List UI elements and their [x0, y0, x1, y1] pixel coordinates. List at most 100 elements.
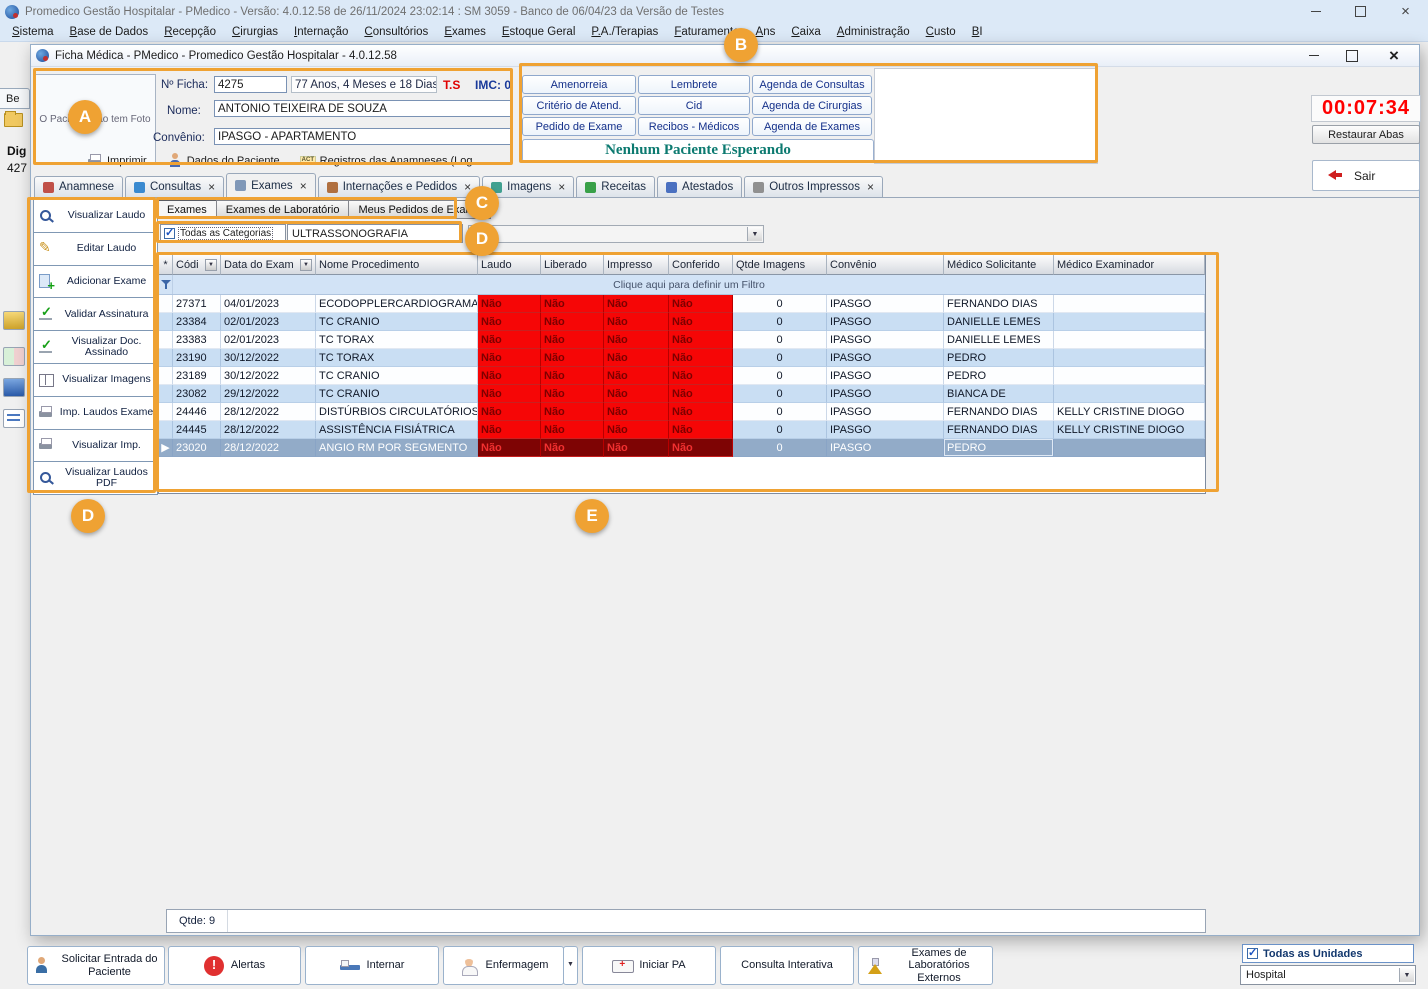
ficha-titlebar[interactable]: Ficha Médica - PMedico - Promedico Gestã… — [31, 45, 1419, 67]
table-row[interactable]: 23383 02/01/2023 TC TORAX Não Não Não Não 0 IPAS… — [159, 331, 1205, 349]
subtab-exames[interactable]: Exames — [157, 200, 217, 219]
tab-imagens[interactable]: Imagens × — [482, 176, 575, 198]
cell-nome[interactable]: ANGIO RM POR SEGMENTO — [316, 439, 478, 457]
tab-receitas[interactable]: Receitas — [576, 176, 656, 198]
column-header-codigo[interactable]: Códi ▼ — [173, 255, 221, 275]
cell-nome[interactable]: DISTÚRBIOS CIRCULATÓRIOS — [316, 403, 478, 421]
cell-impresso[interactable]: Não — [604, 295, 669, 313]
cell-codigo[interactable]: 23383 — [173, 331, 221, 349]
minimize-icon[interactable] — [1293, 0, 1338, 23]
cell-codigo[interactable]: 23189 — [173, 367, 221, 385]
filter-dropdown-icon[interactable]: ▼ — [205, 258, 217, 271]
menu-item-consultorios[interactable]: Consultórios — [356, 24, 436, 40]
cell-data[interactable]: 02/01/2023 — [221, 331, 316, 349]
tab-close-icon[interactable]: × — [464, 180, 471, 194]
cell-qtde_imagens[interactable]: 0 — [733, 295, 827, 313]
cell-conferido[interactable]: Não — [669, 439, 733, 457]
cell-qtde_imagens[interactable]: 0 — [733, 313, 827, 331]
menu-item-sistema[interactable]: Sistema — [4, 24, 62, 40]
cell-codigo[interactable]: 24445 — [173, 421, 221, 439]
editar-laudo-button[interactable]: Editar Laudo — [33, 231, 158, 266]
cell-liberado[interactable]: Não — [541, 439, 604, 457]
cell-medico_solicitante[interactable]: FERNANDO DIAS — [944, 403, 1054, 421]
column-header-data[interactable]: Data do Exam ▼ — [221, 255, 316, 275]
cell-nome[interactable]: TC TORAX — [316, 331, 478, 349]
exames-lab-externos-button[interactable]: Exames de Laboratórios Externos — [858, 946, 993, 985]
cell-data[interactable]: 02/01/2023 — [221, 313, 316, 331]
table-row[interactable]: 23384 02/01/2023 TC CRANIO Não Não Não Não 0 IPA… — [159, 313, 1205, 331]
visualizar-laudo-button[interactable]: Visualizar Laudo — [33, 199, 158, 233]
cell-convenio[interactable]: IPASGO — [827, 385, 944, 403]
convenio-input[interactable]: IPASGO - APARTAMENTO — [214, 128, 513, 145]
subtab-meus-pedidos[interactable]: Meus Pedidos de Exame — [348, 200, 491, 219]
tab-exames[interactable]: Exames × — [226, 173, 316, 198]
todas-unidades-checkbox[interactable]: Todas as Unidades — [1242, 944, 1414, 963]
tab-internacoes-e-pedidos[interactable]: Internações e Pedidos × — [317, 176, 481, 198]
tab-close-icon[interactable]: × — [300, 179, 307, 193]
cell-conferido[interactable]: Não — [669, 367, 733, 385]
enfermagem-button[interactable]: Enfermagem — [443, 946, 564, 985]
cell-liberado[interactable]: Não — [541, 403, 604, 421]
alertas-button[interactable]: Alertas — [168, 946, 301, 985]
grid-filter-row[interactable]: Clique aqui para definir um Filtro — [159, 275, 1205, 295]
menu-item-ans[interactable]: Ans — [748, 24, 784, 40]
sidebar-list-icon[interactable] — [3, 409, 25, 428]
cell-liberado[interactable]: Não — [541, 349, 604, 367]
menu-item-exames[interactable]: Exames — [436, 24, 494, 40]
cell-convenio[interactable]: IPASGO — [827, 439, 944, 457]
cell-nome[interactable]: TC CRANIO — [316, 385, 478, 403]
cell-medico_examinador[interactable] — [1054, 331, 1205, 349]
cell-medico_examinador[interactable] — [1054, 349, 1205, 367]
cell-nome[interactable]: TC CRANIO — [316, 313, 478, 331]
cell-impresso[interactable]: Não — [604, 313, 669, 331]
menu-item-base-de-dados[interactable]: Base de Dados — [62, 24, 157, 40]
checkbox-checked-icon[interactable] — [164, 226, 175, 239]
unidade-dropdown[interactable]: Hospital ▼ — [1240, 965, 1416, 985]
cell-laudo[interactable]: Não — [478, 313, 541, 331]
visualizar-imagens-button[interactable]: Visualizar Imagens — [33, 362, 158, 397]
filter-dropdown-icon[interactable]: ▼ — [300, 258, 312, 271]
cell-laudo[interactable]: Não — [478, 421, 541, 439]
cell-qtde_imagens[interactable]: 0 — [733, 331, 827, 349]
tab-close-icon[interactable]: × — [208, 180, 215, 194]
cell-nome[interactable]: ASSISTÊNCIA FISIÁTRICA — [316, 421, 478, 439]
table-row[interactable]: ▶ 23020 28/12/2022 ANGIO RM POR SEGMENTO Não… — [159, 439, 1205, 457]
menu-item-estoque-geral[interactable]: Estoque Geral — [494, 24, 584, 40]
menu-item-p-a-terapias[interactable]: P.A./Terapias — [583, 24, 666, 40]
maximize-icon[interactable] — [1338, 0, 1383, 23]
cell-conferido[interactable]: Não — [669, 385, 733, 403]
dados-do-paciente-button[interactable]: Dados do Paciente — [167, 153, 280, 169]
cell-qtde_imagens[interactable]: 0 — [733, 349, 827, 367]
close-icon[interactable] — [1383, 0, 1428, 23]
registros-anamneses-button[interactable]: Registros das Anamneses (Log — [299, 153, 473, 169]
all-categories-checkbox-box[interactable]: Todas as Categorias — [160, 224, 286, 243]
cell-codigo[interactable]: 23384 — [173, 313, 221, 331]
quick-button-agenda-de-cirurgias[interactable]: Agenda de Cirurgias — [752, 96, 872, 115]
cell-conferido[interactable]: Não — [669, 331, 733, 349]
cell-medico_examinador[interactable] — [1054, 313, 1205, 331]
visualizar-laudos-pdf-button[interactable]: Visualizar Laudos PDF — [33, 461, 158, 496]
quick-button-amenorreia[interactable]: Amenorreia — [522, 75, 636, 94]
cell-qtde_imagens[interactable]: 0 — [733, 403, 827, 421]
cell-medico_examinador[interactable]: KELLY CRISTINE DIOGO — [1054, 403, 1205, 421]
cell-impresso[interactable]: Não — [604, 331, 669, 349]
validar-assinatura-button[interactable]: Validar Assinatura — [33, 297, 158, 332]
table-row[interactable]: 27371 04/01/2023 ECODOPPLERCARDIOGRAMA Não N… — [159, 295, 1205, 313]
cell-qtde_imagens[interactable]: 0 — [733, 367, 827, 385]
cell-impresso[interactable]: Não — [604, 349, 669, 367]
table-row[interactable]: 23189 30/12/2022 TC CRANIO Não Não Não Não 0 IPA… — [159, 367, 1205, 385]
category-dropdown[interactable]: ▼ — [468, 225, 764, 243]
cell-qtde_imagens[interactable]: 0 — [733, 421, 827, 439]
cell-data[interactable]: 28/12/2022 — [221, 439, 316, 457]
cell-qtde_imagens[interactable]: 0 — [733, 439, 827, 457]
cell-data[interactable]: 30/12/2022 — [221, 367, 316, 385]
checkbox-checked-icon[interactable] — [1247, 946, 1258, 959]
column-header-laudo[interactable]: Laudo — [478, 255, 541, 275]
chevron-down-icon[interactable]: ▼ — [747, 227, 762, 241]
tab-atestados[interactable]: Atestados — [657, 176, 743, 198]
cell-nome[interactable]: TC CRANIO — [316, 367, 478, 385]
cell-laudo[interactable]: Não — [478, 331, 541, 349]
cell-medico_solicitante[interactable]: PEDRO — [944, 439, 1054, 457]
tab-close-icon[interactable]: × — [867, 180, 874, 194]
cell-medico_solicitante[interactable]: PEDRO — [944, 367, 1054, 385]
